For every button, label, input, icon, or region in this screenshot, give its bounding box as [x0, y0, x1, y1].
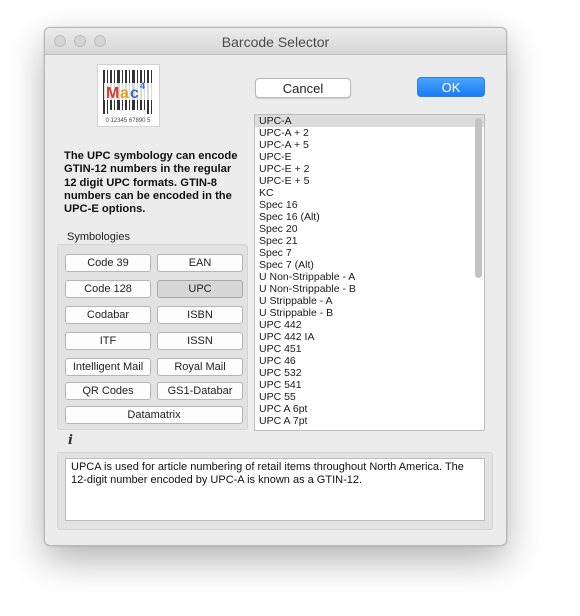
symbology-itf-button[interactable]: ITF — [65, 332, 151, 350]
symbology-code-128-button[interactable]: Code 128 — [65, 280, 151, 298]
list-item[interactable]: Spec 16 (Alt) — [255, 211, 484, 223]
info-text-area[interactable]: UPCA is used for article numbering of re… — [65, 458, 485, 521]
symbology-isbn-button[interactable]: ISBN — [157, 306, 243, 324]
list-item[interactable]: UPC-E + 2 — [255, 163, 484, 175]
list-item[interactable]: UPC-A + 2 — [255, 127, 484, 139]
list-item[interactable]: U Strippable - A — [255, 295, 484, 307]
symbology-ean-button[interactable]: EAN — [157, 254, 243, 272]
symbology-issn-button[interactable]: ISSN — [157, 332, 243, 350]
svg-text:4: 4 — [140, 81, 145, 91]
list-item[interactable]: U Non-Strippable - B — [255, 283, 484, 295]
symbology-qr-codes-button[interactable]: QR Codes — [65, 382, 151, 400]
symbology-variant-list[interactable]: UPC-A UPC-A + 2 UPC-A + 5 UPC-E UPC-E + … — [254, 114, 485, 431]
symbology-gs1-databar-button[interactable]: GS1-Databar — [157, 382, 243, 400]
cancel-button[interactable]: Cancel — [255, 78, 351, 98]
title-bar: Barcode Selector — [45, 28, 506, 55]
list-item[interactable]: UPC-E + 5 — [255, 175, 484, 187]
list-item[interactable]: Spec 7 — [255, 247, 484, 259]
svg-text:c: c — [130, 85, 139, 102]
svg-text:a: a — [120, 85, 129, 102]
symbology-datamatrix-button[interactable]: Datamatrix — [65, 406, 243, 424]
window-title: Barcode Selector — [221, 34, 330, 50]
list-item[interactable]: UPC 46 — [255, 355, 484, 367]
list-item[interactable]: UPC-A + 5 — [255, 139, 484, 151]
list-item[interactable]: UPC 442 IA — [255, 331, 484, 343]
symbology-description: The UPC symbology can encode GTIN-12 num… — [64, 150, 238, 216]
list-item[interactable]: U Non-Strippable - A — [255, 271, 484, 283]
app-logo-icon: M a c 4 0 12345 67890 5 — [97, 64, 160, 127]
info-icon: i — [68, 433, 73, 448]
list-item[interactable]: Spec 16 — [255, 199, 484, 211]
list-item[interactable]: UPC 451 — [255, 343, 484, 355]
symbologies-label: Symbologies — [67, 231, 130, 243]
list-item[interactable]: Spec 7 (Alt) — [255, 259, 484, 271]
symbology-intelligent-mail-button[interactable]: Intelligent Mail — [65, 358, 151, 376]
svg-text:0 12345 67890 5: 0 12345 67890 5 — [105, 118, 151, 124]
barcode-logo-graphic: M a c 4 0 12345 67890 5 — [103, 70, 154, 124]
list-item[interactable]: UPC 532 — [255, 367, 484, 379]
list-item[interactable]: UPC 541 — [255, 379, 484, 391]
ok-button[interactable]: OK — [417, 77, 485, 97]
list-item[interactable]: UPC 442 — [255, 319, 484, 331]
list-item[interactable]: KC — [255, 187, 484, 199]
symbology-code-39-button[interactable]: Code 39 — [65, 254, 151, 272]
list-item[interactable]: Spec 20 — [255, 223, 484, 235]
list-scrollbar[interactable] — [475, 118, 482, 278]
list-item-upc-a[interactable]: UPC-A — [255, 115, 484, 127]
list-item[interactable]: UPC A 7pt — [255, 415, 484, 427]
barcode-selector-window: Barcode Selector M a c 4 0 12345 67890 5… — [44, 27, 507, 546]
list-item[interactable]: Spec 21 — [255, 235, 484, 247]
svg-text:M: M — [106, 85, 119, 102]
symbology-codabar-button[interactable]: Codabar — [65, 306, 151, 324]
list-item[interactable]: UPC-E — [255, 151, 484, 163]
list-item[interactable]: UPC A 6pt — [255, 403, 484, 415]
symbology-royal-mail-button[interactable]: Royal Mail — [157, 358, 243, 376]
list-item[interactable]: UPC 55 — [255, 391, 484, 403]
symbology-upc-button[interactable]: UPC — [157, 280, 243, 298]
list-item[interactable]: U Strippable - B — [255, 307, 484, 319]
symbologies-group: Code 39 EAN Code 128 UPC Codabar ISBN IT… — [57, 244, 248, 430]
